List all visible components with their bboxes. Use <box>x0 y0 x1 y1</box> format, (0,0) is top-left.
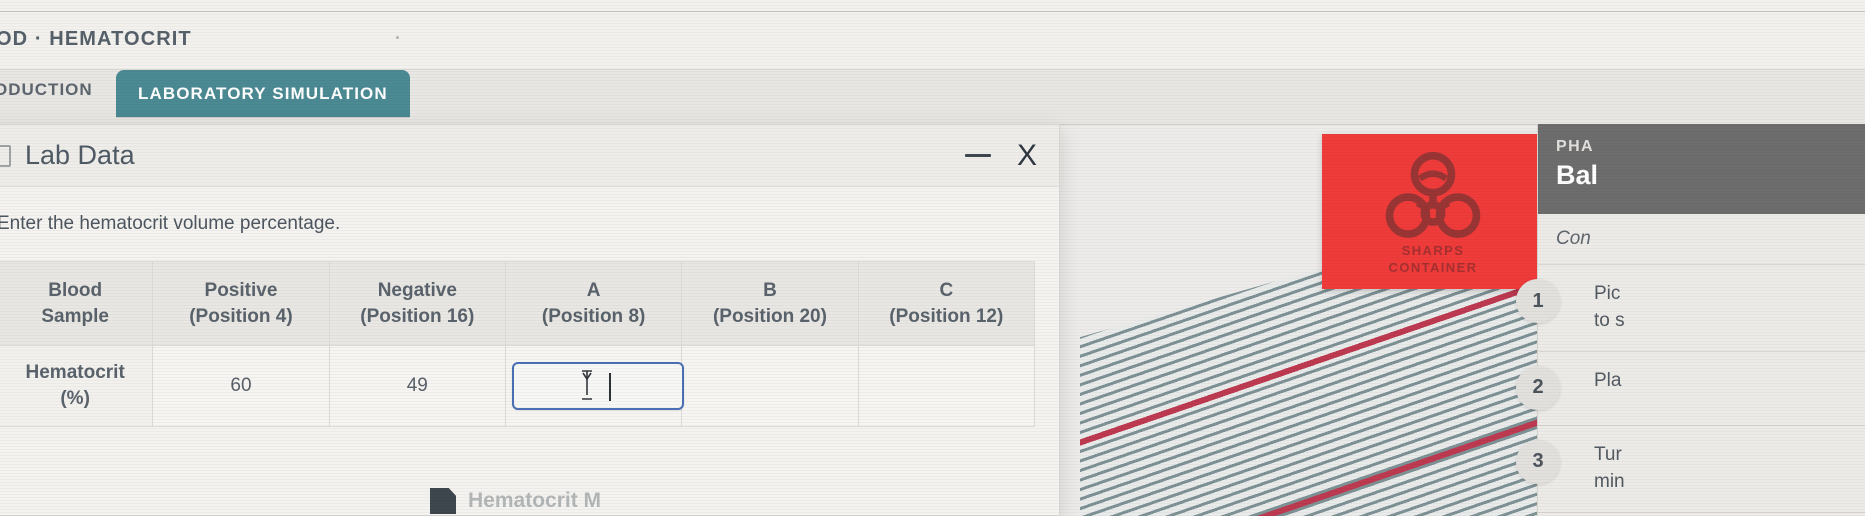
dialog-body: Enter the hematocrit volume percentage. … <box>0 187 1059 427</box>
sharps-container: SHARPS CONTAINER <box>1322 134 1544 289</box>
instruction-step-1[interactable]: 1 Pic to s <box>1516 265 1865 352</box>
step-line: Pic <box>1594 283 1621 304</box>
header-line: Positive <box>204 280 278 301</box>
column-header-positive: Positive (Position 4) <box>152 260 330 347</box>
instruction-step-3[interactable]: 3 Tur min <box>1516 426 1865 513</box>
column-header-blood-sample: Blood Sample <box>0 260 154 347</box>
cell-negative-value[interactable]: 49 <box>328 345 506 427</box>
column-header-a: A (Position 8) <box>504 260 683 347</box>
tag-icon <box>430 488 456 514</box>
dialog-title: Lab Data <box>25 140 135 170</box>
header-line: B <box>763 280 777 301</box>
header-line: Negative <box>377 280 457 301</box>
clipboard-icon <box>0 144 11 167</box>
step-text: Tur min <box>1594 442 1625 496</box>
text-caret <box>608 372 611 401</box>
biohazard-icon <box>1385 151 1481 238</box>
top-header-bar: OD · HEMATOCRIT <box>0 0 1865 70</box>
breadcrumb: OD · HEMATOCRIT <box>0 28 192 50</box>
header-line: A <box>586 280 601 301</box>
header-divider <box>0 11 1865 12</box>
instruction-panel-header: PHA Bal <box>1538 124 1865 214</box>
dialog-prompt: Enter the hematocrit volume percentage. <box>0 213 341 234</box>
step-text: Pic to s <box>1594 281 1625 335</box>
instruction-step-2[interactable]: 2 Pla <box>1516 352 1865 426</box>
phase-label: PHA <box>1556 138 1594 155</box>
header-line: (Position 4) <box>189 305 293 327</box>
step-text: Pla <box>1594 368 1621 395</box>
sharps-label-line1: SHARPS <box>1401 242 1465 258</box>
row-header-line: Hematocrit <box>25 362 125 384</box>
header-line: (Position 16) <box>360 305 475 327</box>
cell-positive-value[interactable]: 60 <box>152 345 330 427</box>
step-line: Pla <box>1594 369 1622 391</box>
header-line: Blood <box>48 280 103 301</box>
app-screen: OD · HEMATOCRIT ODUCTION LABORATORY SIMU… <box>0 0 1865 516</box>
instruction-panel: PHA Bal Con 1 Pic to s 2 Pla 3 Tur min <box>1516 124 1865 516</box>
cell-c-value[interactable] <box>857 345 1036 427</box>
header-dot-decoration <box>396 36 399 39</box>
sharps-label-line2: CONTAINER <box>1388 260 1478 276</box>
bottom-list-item[interactable]: Hematocrit M <box>430 488 601 514</box>
cell-b-value[interactable] <box>681 345 859 427</box>
row-header-hematocrit: Hematocrit (%) <box>0 345 154 427</box>
tab-laboratory-simulation[interactable]: LABORATORY SIMULATION <box>116 70 410 117</box>
bottom-item-label: Hematocrit M <box>468 489 602 512</box>
window-controls: X <box>964 140 1037 171</box>
sharps-container-label: SHARPS CONTAINER <box>1322 242 1544 277</box>
row-header-line: (%) <box>60 387 90 409</box>
tab-introduction[interactable]: ODUCTION <box>0 80 93 100</box>
cell-a-input-container[interactable] <box>504 345 684 427</box>
header-line: (Position 12) <box>889 305 1004 327</box>
text-cursor-icon <box>580 369 594 401</box>
table-header-row: Blood Sample Positive (Position 4) Negat… <box>0 260 1036 347</box>
header-line: (Position 8) <box>541 305 646 327</box>
close-button[interactable]: X <box>1017 140 1037 171</box>
column-header-c: C (Position 12) <box>857 260 1036 347</box>
step-line: min <box>1594 470 1625 492</box>
column-header-negative: Negative (Position 16) <box>328 260 506 347</box>
instruction-subtitle: Con <box>1538 214 1865 265</box>
step-line: Tur <box>1594 443 1622 465</box>
step-number-badge: 2 <box>1516 365 1560 410</box>
step-number-badge: 3 <box>1516 439 1560 484</box>
lab-data-table: Blood Sample Positive (Position 4) Negat… <box>0 260 1036 427</box>
column-header-b: B (Position 20) <box>681 260 859 347</box>
minimize-button[interactable] <box>964 154 991 157</box>
lab-data-dialog: Lab Data X Enter the hematocrit volume p… <box>0 124 1060 516</box>
header-line: (Position 20) <box>712 305 827 327</box>
header-line: Sample <box>41 305 109 327</box>
table-row: Hematocrit (%) 60 49 <box>0 345 1036 427</box>
dialog-title-bar: Lab Data X <box>0 125 1059 187</box>
step-number-badge: 1 <box>1516 279 1560 323</box>
hematocrit-a-input[interactable] <box>511 361 684 410</box>
header-line: C <box>939 280 954 301</box>
step-line: to s <box>1594 309 1625 331</box>
phase-name: Bal <box>1556 160 1599 190</box>
